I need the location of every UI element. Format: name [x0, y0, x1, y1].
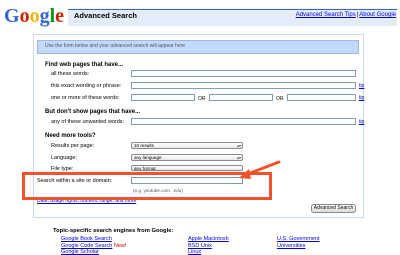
page-title: Advanced Search [74, 11, 137, 20]
new-badge: New! [113, 243, 127, 249]
select-arrows-icon: ▴▾ [236, 143, 241, 148]
topic-engines-title: Topic-specific search engines from Googl… [53, 228, 174, 234]
unwanted-words-input[interactable] [131, 118, 356, 125]
exclude-section-title: But don't show pages that have... [45, 109, 141, 115]
exact-phrase-label: this exact wording or phrase: [51, 83, 122, 89]
topic-link-book-search[interactable]: Google Book Search [61, 236, 112, 242]
svg-text:Google: Google [4, 5, 64, 27]
topic-link-apple-macintosh[interactable]: Apple Macintosh [188, 236, 229, 242]
unwanted-words-tip-link[interactable]: tip [359, 119, 364, 125]
unwanted-words-label: any of these unwanted words: [51, 119, 125, 125]
all-words-label: all these words: [51, 71, 90, 77]
language-label: Language: [51, 155, 77, 161]
red-arrow-icon [239, 160, 281, 179]
file-type-value: any format [134, 166, 156, 171]
tools-section-title: Need more tools? [45, 133, 96, 139]
google-logo[interactable]: Google [3, 3, 66, 27]
advanced-search-tips-link[interactable]: Advanced Search Tips [296, 12, 356, 18]
exact-phrase-tip-link[interactable]: tip [359, 83, 364, 89]
any-words-input-3[interactable] [287, 94, 356, 101]
topic-link-us-government[interactable]: U.S. Government [277, 236, 320, 242]
file-type-label: File type: [51, 166, 74, 171]
topic-link-universities[interactable]: Universities [277, 243, 305, 249]
any-words-label: one or more of these words: [51, 95, 120, 101]
any-words-input-2[interactable] [209, 94, 273, 101]
about-google-link[interactable]: About Google [359, 12, 396, 18]
language-select[interactable]: any language ▴▾ [131, 154, 243, 161]
header-links: Advanced Search Tips|About Google [296, 12, 396, 18]
all-words-input[interactable] [131, 70, 356, 77]
language-value: any language [134, 155, 162, 160]
or-label-2: OR [276, 96, 284, 102]
advanced-search-button[interactable]: Advanced Search [311, 204, 356, 213]
or-label-1: OR [198, 96, 206, 102]
any-words-tip-link[interactable]: tip [359, 95, 364, 101]
find-section-title: Find web pages that have... [45, 62, 124, 68]
any-words-input-1[interactable] [131, 94, 195, 101]
results-per-page-label: Results per page: [51, 143, 95, 149]
topic-link-linux[interactable]: Linux [188, 249, 201, 255]
google-logo-image: Google [4, 5, 64, 27]
file-type-select[interactable]: any format [131, 165, 243, 171]
topic-link-scholar[interactable]: Google Scholar [61, 249, 99, 255]
query-preview-text: Use the form below and your advanced sea… [45, 43, 186, 49]
exact-phrase-input[interactable] [131, 82, 356, 89]
results-per-page-value: 10 results [134, 143, 154, 148]
results-per-page-select[interactable]: 10 results ▴▾ [131, 142, 243, 149]
